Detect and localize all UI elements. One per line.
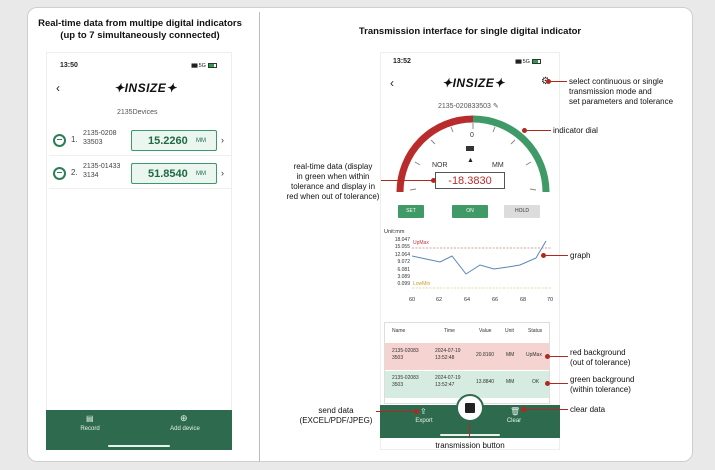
left-heading: Real-time data from multipe digital indi… [30, 18, 250, 43]
device-unit: MM [196, 138, 206, 144]
export-button[interactable]: Export [408, 418, 440, 424]
graph-line [412, 240, 547, 275]
device-row-2[interactable]: 2. 2135-01433 3134 51.8540 MM › [49, 159, 231, 189]
realtime-reading: -18.3830 [435, 172, 505, 189]
annotation-line [526, 409, 568, 410]
table-cell-name: 2135-02083 3503 [392, 348, 419, 361]
left-heading-line2: (up to 7 simultaneously connected) [60, 30, 220, 42]
panel-divider [259, 12, 260, 462]
table-cell-name: 2135-02083 3503 [392, 375, 419, 388]
annotation-settings: select continuous or single transmission … [569, 77, 674, 106]
stop-square-icon [465, 403, 475, 413]
annotation-dot [431, 178, 436, 183]
annotation-clear: clear data [570, 405, 606, 414]
annotation-realtime: real-time data (display in green when wit… [286, 162, 380, 201]
status-signal: ▮▮▮ 5G [191, 63, 217, 69]
battery-icon [207, 63, 217, 69]
edit-icon[interactable]: ✎ [493, 103, 499, 110]
mode-indicator-icon [466, 146, 474, 151]
table-cell-unit: MM [506, 352, 515, 358]
right-heading: Transmission interface for single digita… [358, 26, 582, 37]
table-header: Status [528, 328, 543, 334]
table-cell-status: OK [532, 379, 540, 385]
annotation-line [550, 383, 568, 384]
status-signal: ▮▮▮ 5G [515, 59, 541, 65]
measurement-graph [412, 240, 552, 289]
table-cell-time: 2024-07-19 13:52:48 [435, 348, 461, 361]
annotation-red-bg: red background (out of tolerance) [570, 348, 631, 367]
back-icon[interactable]: ‹ [390, 76, 394, 90]
set-button[interactable]: SET [398, 205, 424, 218]
table-header: Unit [505, 328, 514, 334]
annotation-dot [414, 409, 419, 414]
table-header: Time [444, 328, 455, 334]
lowmin-label: LowMin [413, 281, 431, 287]
annotation-send: send data (EXCEL/PDF/JPEG) [299, 406, 373, 425]
table-cell-value: 13.8840 [476, 379, 495, 385]
table-cell-value: 20.8160 [476, 352, 495, 358]
chevron-right-icon[interactable]: › [221, 168, 224, 178]
annotation-dial: indicator dial [553, 126, 598, 135]
clear-button[interactable]: Clear [498, 418, 530, 424]
annotation-line [546, 255, 568, 256]
home-indicator [440, 434, 500, 436]
left-heading-line1: Real-time data from multipe digital indi… [38, 18, 242, 29]
hold-button[interactable]: HOLD [504, 205, 540, 218]
annotation-transmission: transmission button [435, 441, 505, 450]
device-unit: MM [196, 171, 206, 177]
annotation-line [469, 424, 470, 438]
table-cell-time: 2024-07-19 13:52:47 [435, 375, 461, 388]
record-button[interactable]: Record [74, 426, 106, 432]
annotation-graph: graph [570, 251, 591, 260]
device-id-title: 2135-020833503 ✎ [438, 103, 499, 110]
add-device-button[interactable]: Add device [162, 426, 208, 432]
export-icon[interactable]: ⇪ [420, 407, 427, 416]
device-value-box: 51.8540 MM [131, 163, 217, 184]
insize-logo: ✦INSIZE✦ [442, 76, 505, 90]
dial-mode-label: NOR [432, 162, 448, 169]
back-icon[interactable]: ‹ [56, 81, 60, 95]
home-indicator [108, 445, 170, 447]
device-row-1[interactable]: 1. 2135-0208 33503 15.2260 MM › [49, 126, 231, 156]
left-bottom-toolbar: ▤ Record ⊕ Add device [46, 410, 232, 450]
annotation-line [376, 411, 416, 412]
device-value-box: 15.2260 MM [131, 130, 217, 151]
table-cell-unit: MM [506, 379, 515, 385]
device-index: 2. [71, 168, 78, 177]
annotation-green-bg: green background (within tolerance) [570, 375, 635, 394]
insize-logo: ✦INSIZE✦ [114, 81, 177, 95]
annotation-line [551, 81, 567, 82]
table-header: Value [479, 328, 492, 334]
trash-icon[interactable]: 🗑 [510, 407, 520, 416]
devices-count: 2135Devices [117, 109, 158, 116]
gauge-icon [53, 167, 66, 180]
dial-zero-label: 0 [470, 132, 474, 139]
dial-unit-label: MM [492, 162, 504, 169]
chevron-right-icon[interactable]: › [221, 135, 224, 145]
upmax-label: UpMax [413, 240, 429, 246]
device-value: 51.8540 [148, 168, 188, 180]
add-device-icon[interactable]: ⊕ [180, 413, 188, 424]
status-time: 13:50 [60, 62, 78, 69]
battery-icon [531, 59, 541, 65]
annotation-line [550, 356, 568, 357]
annotation-line [381, 180, 433, 181]
table-header: Name [392, 328, 406, 334]
record-icon[interactable]: ▤ [86, 414, 94, 423]
on-button[interactable]: ON [452, 205, 488, 218]
device-id: 2135-0208 33503 [83, 130, 117, 147]
status-time: 13:52 [393, 58, 411, 65]
gauge-icon [53, 134, 66, 147]
annotation-line [527, 130, 551, 131]
device-id: 2135-01433 3134 [83, 163, 121, 180]
triangle-up-icon: ▲ [467, 157, 474, 164]
transmission-button[interactable] [456, 394, 484, 422]
graph-y-ticks: 18.047 15.055 12.064 9.072 6.081 3.089 0.099 [394, 237, 410, 288]
device-value: 15.2260 [148, 135, 188, 147]
graph-unit-label: Unit:mm [384, 229, 405, 235]
device-index: 1. [71, 135, 78, 144]
table-cell-status: UpMax [526, 352, 542, 358]
